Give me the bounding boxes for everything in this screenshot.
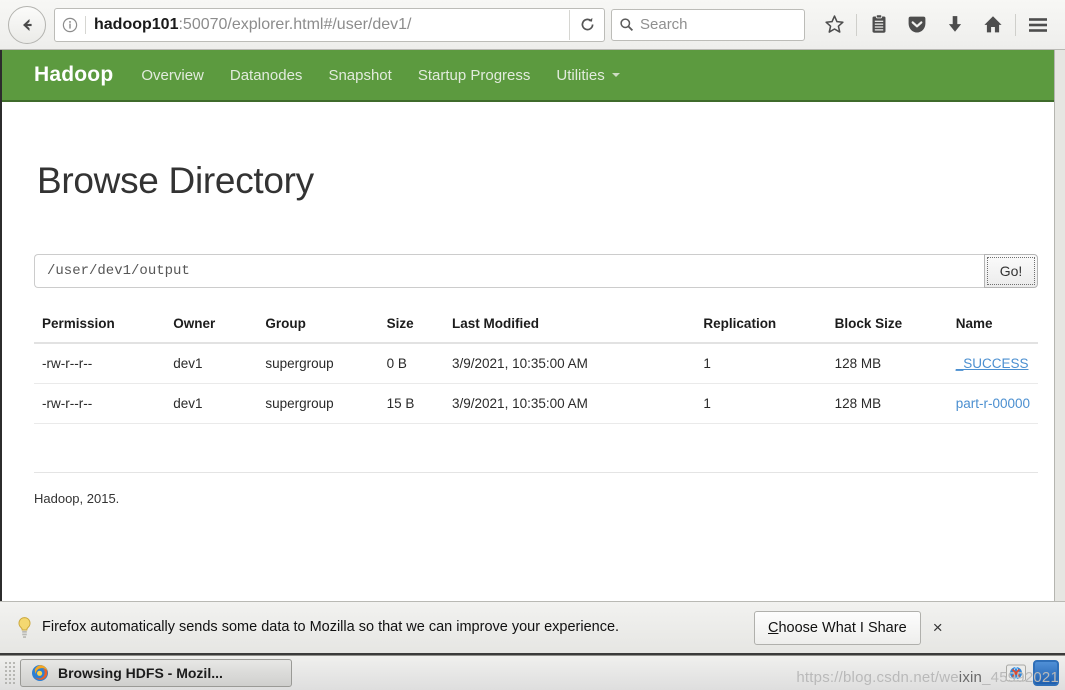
nav-link-utilities[interactable]: Utilities (556, 66, 620, 84)
page-footer-text: Hadoop, 2015. (34, 491, 120, 506)
toolbar-icon-group (815, 7, 1057, 43)
table-row[interactable]: -rw-r--r-- dev1 supergroup 0 B 3/9/2021,… (34, 343, 1038, 384)
table-header-row: Permission Owner Group Size Last Modifie… (34, 316, 1038, 344)
file-link-success[interactable]: _SUCCESS (956, 356, 1029, 371)
cell-size: 0 B (378, 343, 445, 384)
cell-group: supergroup (257, 383, 379, 424)
back-arrow-icon (23, 18, 32, 31)
url-path: :50070/explorer.html#/user/dev1/ (178, 15, 412, 33)
watermark-highlight: ixin (958, 669, 983, 686)
pocket-icon[interactable] (898, 7, 936, 43)
browser-navigation-toolbar: hadoop101:50070/explorer.html#/user/dev1… (0, 0, 1065, 50)
nav-link-utilities-label: Utilities (556, 66, 605, 84)
cell-last-modified: 3/9/2021, 10:35:00 AM (444, 343, 696, 384)
choose-what-i-share-button[interactable]: Choose What I Share (754, 610, 921, 645)
cell-permission: -rw-r--r-- (34, 343, 166, 384)
search-input[interactable]: Search (640, 16, 688, 33)
taskbar-window-button[interactable]: Browsing HDFS - Mozil... (20, 659, 292, 687)
nav-link-datanodes[interactable]: Datanodes (230, 67, 303, 84)
column-header-permission[interactable]: Permission (34, 316, 166, 344)
home-icon[interactable] (974, 7, 1012, 43)
notification-message: Firefox automatically sends some data to… (42, 619, 620, 636)
url-text[interactable]: hadoop101:50070/explorer.html#/user/dev1… (86, 10, 569, 40)
system-tray (999, 660, 1065, 686)
back-button[interactable] (8, 5, 46, 44)
search-bar[interactable]: Search (611, 8, 805, 41)
file-table-body: -rw-r--r-- dev1 supergroup 0 B 3/9/2021,… (34, 343, 1038, 424)
info-circle-icon[interactable] (55, 17, 85, 33)
directory-path-input[interactable]: /user/dev1/output (34, 254, 984, 288)
screen-root: hadoop101:50070/explorer.html#/user/dev1… (0, 0, 1065, 690)
nav-link-snapshot[interactable]: Snapshot (328, 67, 391, 84)
column-header-name[interactable]: Name (947, 316, 1038, 344)
choose-button-accesskey: C (768, 619, 779, 636)
hadoop-brand-link[interactable]: Hadoop (34, 63, 113, 87)
table-row[interactable]: -rw-r--r-- dev1 supergroup 15 B 3/9/2021… (34, 383, 1038, 424)
file-listing-table: Permission Owner Group Size Last Modifie… (34, 316, 1038, 424)
column-header-last-modified[interactable]: Last Modified (444, 316, 696, 344)
cell-permission: -rw-r--r-- (34, 383, 166, 424)
toolbar-divider (856, 13, 857, 36)
file-table-head: Permission Owner Group Size Last Modifie… (34, 316, 1038, 344)
menu-hamburger-icon[interactable] (1019, 7, 1057, 43)
cell-size: 15 B (378, 383, 445, 424)
reload-button[interactable] (569, 9, 604, 40)
path-input-group: /user/dev1/output Go! (34, 254, 1038, 288)
cell-name: part-r-00000 (947, 383, 1038, 424)
reader-list-icon[interactable] (860, 7, 898, 43)
toolbar-divider (1015, 13, 1016, 36)
cell-replication: 1 (695, 343, 827, 384)
cell-block-size: 128 MB (826, 343, 948, 384)
browser-window: hadoop101:50070/explorer.html#/user/dev1… (0, 0, 1065, 655)
hadoop-navbar: Hadoop Overview Datanodes Snapshot Start… (2, 50, 1064, 102)
column-header-group[interactable]: Group (257, 316, 379, 344)
nav-link-overview[interactable]: Overview (141, 67, 204, 84)
choose-button-label: hoose What I Share (778, 619, 907, 636)
url-bar[interactable]: hadoop101:50070/explorer.html#/user/dev1… (54, 7, 605, 42)
downloads-icon[interactable] (936, 7, 974, 43)
chevron-down-icon (611, 73, 620, 77)
url-host: hadoop101 (94, 15, 179, 33)
column-header-block-size[interactable]: Block Size (826, 316, 948, 344)
page-content: Browse Directory /user/dev1/output Go! P… (2, 160, 1064, 506)
footer-divider (34, 472, 1038, 473)
taskbar-grip-handle[interactable] (4, 661, 16, 685)
file-link-part-r-00000[interactable]: part-r-00000 (956, 396, 1030, 411)
watermark-prefix: https://blog.csdn.net/we (796, 669, 959, 686)
close-icon[interactable]: × (921, 618, 955, 638)
column-header-size[interactable]: Size (378, 316, 445, 344)
bookmark-star-icon[interactable] (815, 7, 853, 43)
page-scrollbar-track[interactable] (1054, 50, 1065, 603)
column-header-replication[interactable]: Replication (695, 316, 827, 344)
nav-link-startup-progress[interactable]: Startup Progress (418, 67, 531, 84)
cell-replication: 1 (695, 383, 827, 424)
page-title: Browse Directory (37, 160, 314, 201)
system-taskbar: Browsing HDFS - Mozil... https://blog.cs… (0, 655, 1065, 690)
network-globe-tray-icon[interactable] (1005, 662, 1027, 684)
search-icon (612, 17, 640, 32)
cell-name: _SUCCESS (947, 343, 1038, 384)
page-viewport: Hadoop Overview Datanodes Snapshot Start… (0, 50, 1065, 603)
blue-app-tray-icon[interactable] (1033, 660, 1059, 686)
cell-block-size: 128 MB (826, 383, 948, 424)
column-header-owner[interactable]: Owner (165, 316, 258, 344)
firefox-icon (31, 664, 49, 682)
cell-last-modified: 3/9/2021, 10:35:00 AM (444, 383, 696, 424)
cell-owner: dev1 (165, 383, 258, 424)
notification-bar: Firefox automatically sends some data to… (0, 601, 1065, 653)
taskbar-window-title: Browsing HDFS - Mozil... (58, 665, 223, 681)
cell-owner: dev1 (165, 343, 258, 384)
lightbulb-icon (12, 616, 36, 640)
cell-group: supergroup (257, 343, 379, 384)
reload-icon (581, 17, 593, 31)
go-button[interactable]: Go! (984, 254, 1038, 288)
